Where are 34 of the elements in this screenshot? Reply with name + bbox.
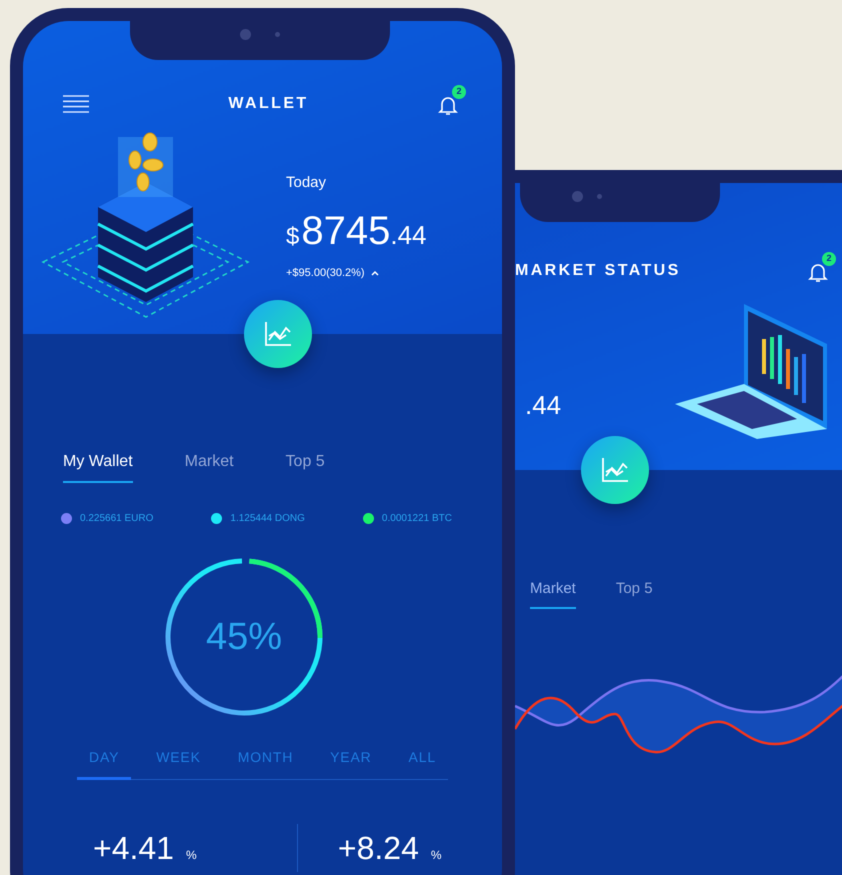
period-tab[interactable]: YEAR: [318, 747, 384, 780]
tab[interactable]: Market: [184, 450, 234, 483]
period-tab[interactable]: DAY: [77, 747, 132, 780]
percent-value: 45%: [206, 614, 282, 660]
tab[interactable]: Market: [530, 578, 576, 608]
screen-title: WALLET: [228, 94, 309, 114]
today-label: Today: [286, 173, 328, 193]
period-tab[interactable]: WEEK: [144, 747, 213, 780]
balance-amount: .44: [525, 389, 562, 422]
legend-label: 0.0001221 BTC: [382, 512, 452, 526]
chevron-up-icon: [370, 270, 379, 276]
period-tab[interactable]: MONTH: [226, 747, 306, 780]
notification-count: 2: [822, 252, 836, 266]
tab[interactable]: Top 5: [616, 578, 653, 608]
legend-label: 0.225661 EURO: [80, 512, 154, 526]
balance-change: +$95.00(30.2%): [286, 266, 365, 280]
balance-amount: $8745.44: [286, 208, 426, 254]
legend-label: 1.125444 DONG: [230, 512, 305, 526]
tab[interactable]: My Wallet: [63, 450, 133, 483]
screen-title: MARKET STATUS: [515, 261, 681, 281]
line-chart-icon: [264, 321, 292, 347]
stat-value: +4.41: [93, 829, 174, 868]
sensor-icon: [275, 32, 280, 36]
tab[interactable]: Top 5: [286, 450, 325, 483]
percent-unit: %: [430, 847, 442, 864]
notification-count: 2: [452, 85, 466, 99]
camera-icon: [240, 28, 251, 40]
sensor-icon: [597, 194, 602, 198]
percent-unit: %: [186, 847, 197, 864]
period-tab[interactable]: ALL: [396, 747, 448, 780]
menu-icon[interactable]: [63, 95, 89, 113]
line-chart-icon: [601, 457, 629, 483]
stat-value: +8.24: [338, 829, 419, 868]
camera-icon: [572, 190, 583, 202]
